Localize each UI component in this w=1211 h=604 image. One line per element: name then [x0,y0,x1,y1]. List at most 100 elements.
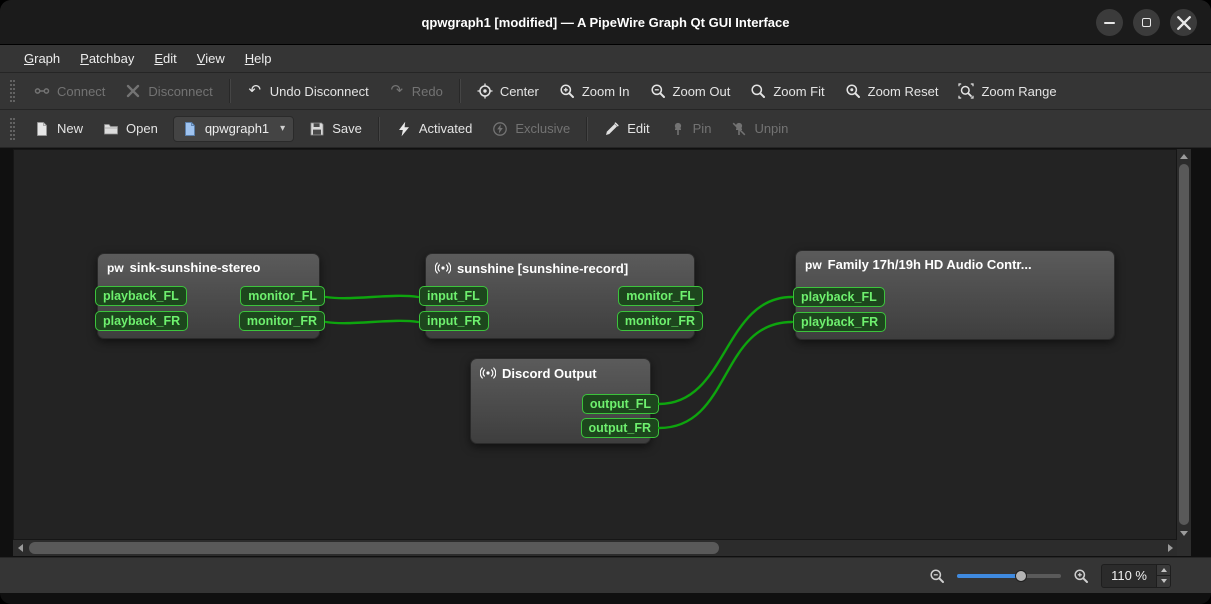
scroll-right-button[interactable] [1163,541,1177,555]
chevron-down-icon: ▾ [280,123,286,134]
exclusive-label: Exclusive [515,121,571,136]
center-button[interactable]: Center [468,77,548,105]
minimize-button[interactable] [1096,9,1123,36]
activated-label: Activated [418,121,473,136]
zoom-slider-handle[interactable] [1015,569,1028,582]
new-button[interactable]: New [25,115,92,143]
cable-monitor_FL-to-input_FL[interactable] [324,294,420,300]
disconnect-button[interactable]: Disconnect [116,77,221,105]
open-button[interactable]: Open [94,115,167,143]
menu-help[interactable]: Help [235,47,282,70]
zoom-fit-label: Zoom Fit [773,83,825,99]
save-button[interactable]: Save [300,115,371,143]
zoom-reset-label: Zoom Reset [867,83,939,99]
open-label: Open [126,121,158,136]
graph-node-sunshine[interactable]: sunshine [sunshine-record] input_FL inpu… [419,253,703,339]
spinbox-arrows [1156,564,1170,587]
port-input_FL[interactable]: input_FL [419,286,488,306]
graph-node-sink-sunshine-stereo[interactable]: pw sink-sunshine-stereo playback_FL play… [95,253,325,339]
node-header: Discord Output [471,359,650,381]
port-playback_FL[interactable]: playback_FL [95,286,187,306]
zoom-range-button[interactable]: Zoom Range [949,77,1065,105]
close-button[interactable] [1170,9,1197,36]
unpin-button[interactable]: Unpin [722,115,797,143]
port-output_FL[interactable]: output_FL [581,394,659,414]
scrollbar-corner [1177,540,1191,556]
scroll-down-button[interactable] [1177,526,1191,540]
undo-disconnect-button[interactable]: ↶ Undo Disconnect [238,77,378,105]
toolbar-drag-handle[interactable] [10,80,15,102]
menu-edit[interactable]: Edit [144,47,186,70]
undo-disconnect-label: Undo Disconnect [269,83,369,99]
port-monitor_FR[interactable]: monitor_FR [238,311,325,331]
app-window: qpwgraph1 [modified] — A PipeWire Graph … [0,0,1211,604]
spin-up-button[interactable] [1157,564,1170,576]
horizontal-scrollbar-thumb[interactable] [29,542,719,554]
triangle-down-icon [1180,530,1188,536]
patchbay-file-icon [184,121,195,136]
port-monitor_FL[interactable]: monitor_FL [618,286,703,306]
new-document-icon [37,121,47,136]
scroll-left-button[interactable] [13,541,27,555]
zoom-spinbox[interactable]: 110 % [1101,563,1171,588]
window-title: qpwgraph1 [modified] — A PipeWire Graph … [421,14,790,30]
zoom-value: 110 % [1111,567,1147,583]
zoom-range-label: Zoom Range [981,83,1057,99]
toolbar-separator [377,116,380,141]
toolbar-drag-handle[interactable] [10,117,15,140]
menu-graph[interactable]: Graph [14,47,70,70]
connect-label: Connect [57,83,106,99]
triangle-down-icon [1160,579,1167,584]
toolbar-separator [458,79,461,103]
horizontal-scrollbar[interactable] [13,540,1177,556]
titlebar[interactable]: qpwgraph1 [modified] — A PipeWire Graph … [0,0,1211,45]
node-title: sink-sunshine-stereo [129,260,261,275]
node-title: sunshine [sunshine-record] [457,260,629,276]
patchbay-select-value: qpwgraph1 [204,121,270,136]
graph-canvas[interactable]: pw sink-sunshine-stereo playback_FL play… [13,149,1177,540]
port-input_FR[interactable]: input_FR [419,311,490,331]
graph-node-discord-output[interactable]: Discord Output output_FL output_FR [470,358,659,444]
port-playback_FR[interactable]: playback_FR [95,311,189,331]
zoom-out-icon[interactable] [929,568,945,584]
activated-button[interactable]: Activated [387,115,481,143]
zoom-slider[interactable] [957,568,1062,584]
scroll-up-button[interactable] [1177,149,1191,163]
undo-icon: ↶ [248,82,262,99]
pin-button[interactable]: Pin [661,115,721,143]
toolbar-separator [228,79,231,103]
port-playback_FL[interactable]: playback_FL [793,287,885,307]
edit-button[interactable]: Edit [595,115,658,143]
zoom-in-icon [560,84,574,98]
disconnect-label: Disconnect [148,83,213,99]
zoom-reset-button[interactable]: Zoom Reset [836,77,948,105]
zoom-fit-button[interactable]: Zoom Fit [741,77,833,105]
menu-view[interactable]: View [187,47,235,70]
maximize-button[interactable] [1133,9,1160,36]
unpin-icon [733,122,746,135]
redo-label: Redo [411,83,443,99]
cable-monitor_FR-to-input_FR[interactable] [324,319,420,325]
pipewire-icon: pw [805,257,822,272]
zoom-out-button[interactable]: Zoom Out [641,77,740,105]
graph-node-family-hd-audio[interactable]: pw Family 17h/19h HD Audio Contr... play… [793,250,1115,340]
statusbar: 110 % [0,557,1211,593]
port-output_FR[interactable]: output_FR [580,418,659,438]
vertical-scrollbar[interactable] [1177,149,1191,540]
connect-button[interactable]: Connect [25,77,114,105]
zoom-in-icon[interactable] [1073,568,1089,584]
port-playback_FR[interactable]: playback_FR [793,312,887,332]
menu-patchbay[interactable]: Patchbay [70,47,144,70]
patchbay-select[interactable]: qpwgraph1 ▾ [172,115,295,142]
spin-down-button[interactable] [1157,576,1170,587]
zoom-in-button[interactable]: Zoom In [550,77,639,105]
vertical-scrollbar-thumb[interactable] [1179,164,1189,525]
record-icon [480,367,496,379]
exclusive-button[interactable]: Exclusive [483,115,579,143]
redo-button[interactable]: ↷ Redo [380,77,452,105]
zoom-out-label: Zoom Out [672,83,731,99]
window-controls [1096,9,1197,36]
port-monitor_FL[interactable]: monitor_FL [240,286,325,306]
cables-layer [324,294,794,430]
port-monitor_FR[interactable]: monitor_FR [616,311,703,331]
